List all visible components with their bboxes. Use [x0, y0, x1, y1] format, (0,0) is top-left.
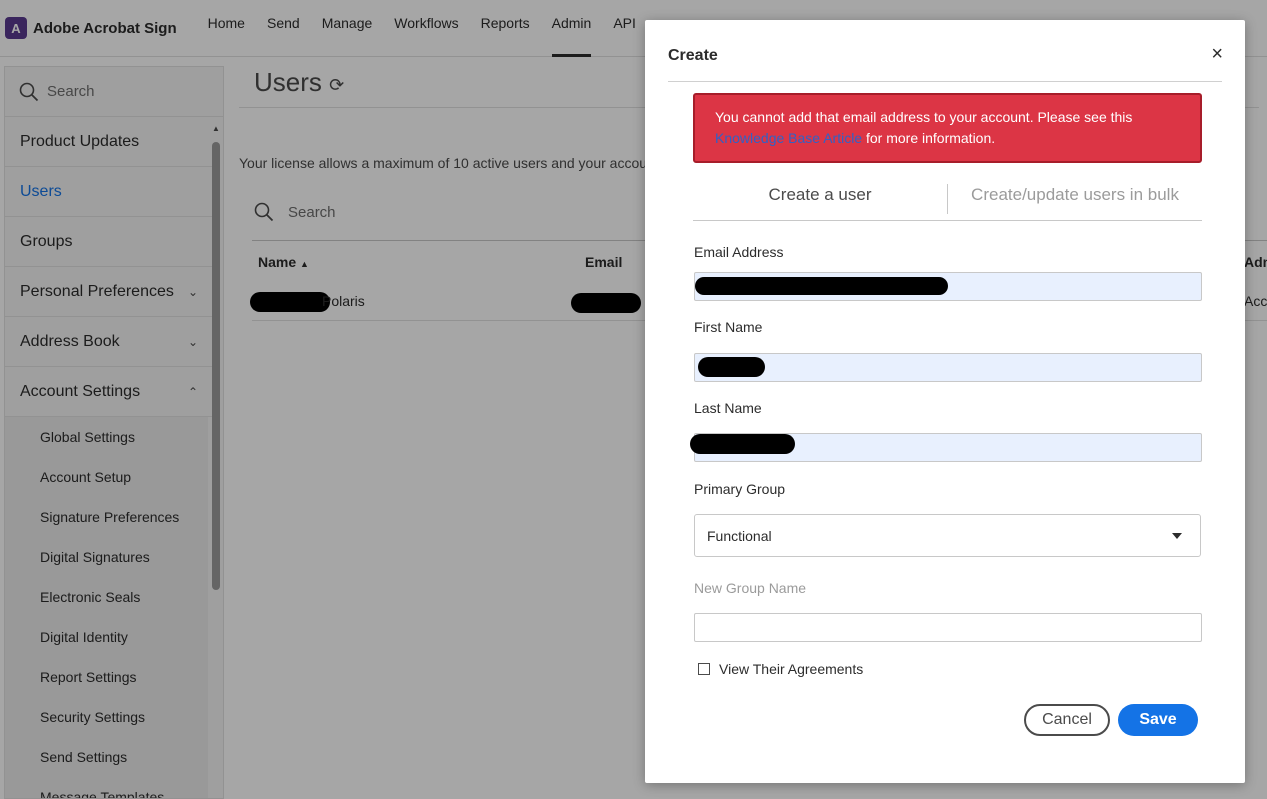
alert-text: You cannot add that email address to you…: [715, 109, 1133, 125]
first-name-label: First Name: [694, 319, 763, 335]
create-user-dialog: Create × You cannot add that email addre…: [645, 20, 1245, 783]
cancel-button[interactable]: Cancel: [1024, 704, 1110, 736]
email-label: Email Address: [694, 244, 784, 260]
knowledge-base-link[interactable]: Knowledge Base Article: [715, 130, 862, 146]
view-agreements-checkbox[interactable]: [698, 663, 710, 675]
dialog-title: Create: [668, 47, 718, 64]
tab-bulk[interactable]: Create/update users in bulk: [948, 180, 1202, 220]
dropdown-caret-icon: [1172, 532, 1182, 539]
tab-create-user[interactable]: Create a user: [693, 180, 947, 220]
create-tabs: Create a user Create/update users in bul…: [693, 180, 1202, 221]
save-button[interactable]: Save: [1118, 704, 1198, 736]
last-name-label: Last Name: [694, 400, 762, 416]
redaction: [690, 434, 795, 454]
redaction: [698, 357, 765, 377]
new-group-label: New Group Name: [694, 580, 807, 596]
divider: [668, 81, 1222, 82]
new-group-field[interactable]: [694, 613, 1202, 642]
alert-text-end: for more information.: [862, 130, 996, 146]
primary-group-select[interactable]: Functional: [694, 514, 1201, 557]
view-agreements-label: View Their Agreements: [719, 661, 864, 677]
view-agreements-row[interactable]: View Their Agreements: [698, 661, 863, 677]
first-name-field[interactable]: [694, 353, 1202, 382]
close-icon[interactable]: ×: [1211, 43, 1223, 66]
primary-group-value: Functional: [707, 527, 772, 544]
redaction: [695, 277, 948, 295]
error-alert: You cannot add that email address to you…: [693, 93, 1202, 163]
primary-group-label: Primary Group: [694, 481, 786, 497]
